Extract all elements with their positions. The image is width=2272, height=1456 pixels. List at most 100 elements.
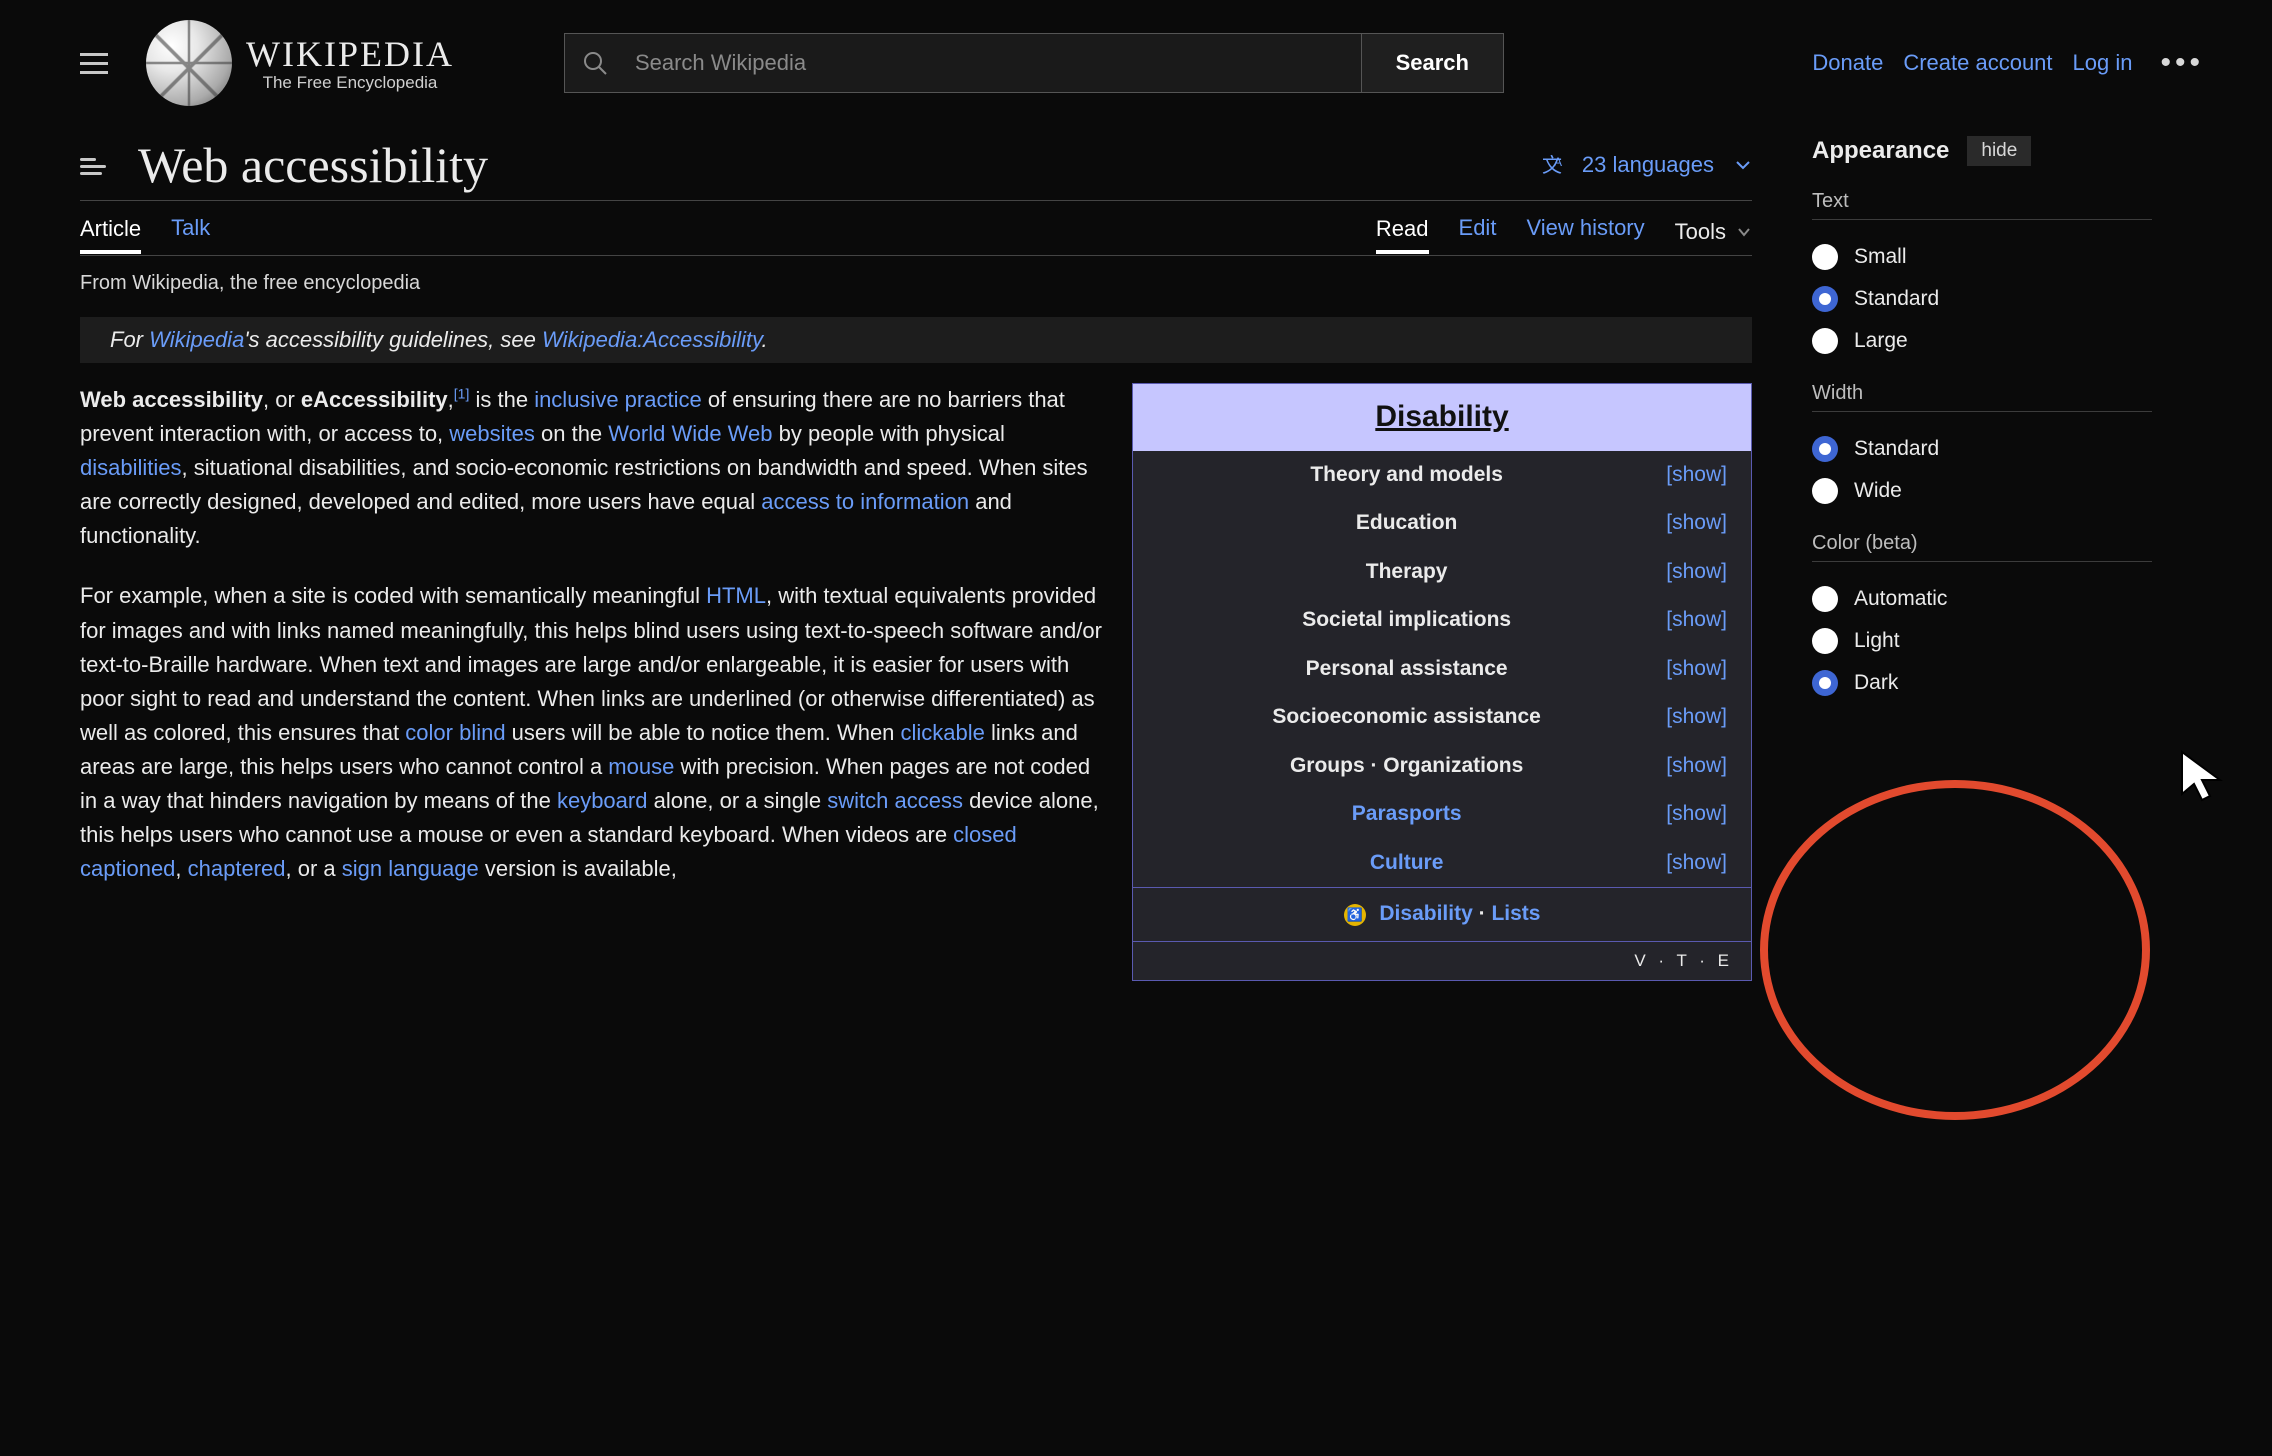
radio-label: Standard (1854, 437, 1939, 461)
infobox-title[interactable]: Disability (1133, 384, 1751, 451)
svg-text:A: A (1554, 155, 1562, 169)
main-menu-button[interactable] (80, 45, 116, 81)
language-switcher[interactable]: 文 A 23 languages (1542, 152, 1752, 178)
infobox-row-label: Education (1157, 507, 1666, 540)
infobox-row-label: Societal implications (1157, 604, 1666, 637)
tools-dropdown[interactable]: Tools (1675, 219, 1752, 245)
donate-link[interactable]: Donate (1812, 50, 1883, 76)
color-option-dark[interactable]: Dark (1812, 662, 2152, 704)
globe-icon (146, 20, 232, 106)
tab-article[interactable]: Article (80, 216, 141, 254)
search-form: Search (564, 33, 1504, 93)
tab-history[interactable]: View history (1526, 215, 1644, 249)
link-keyboard[interactable]: keyboard (557, 788, 648, 813)
infobox-row[interactable]: Parasports[show] (1133, 790, 1751, 839)
width-option-standard[interactable]: Standard (1812, 428, 2152, 470)
radio-icon (1812, 244, 1838, 270)
infobox-show-toggle[interactable]: [show] (1666, 653, 1727, 686)
citation-1[interactable]: [1] (454, 386, 470, 402)
appearance-heading: Appearance (1812, 137, 1949, 165)
infobox-row[interactable]: Theory and models[show] (1133, 451, 1751, 500)
infobox-row-label: Therapy (1157, 556, 1666, 589)
link-color-blind[interactable]: color blind (405, 720, 505, 745)
link-access-to-information[interactable]: access to information (761, 489, 969, 514)
radio-label: Wide (1854, 479, 1902, 503)
infobox-row-label: Theory and models (1157, 459, 1666, 492)
search-button[interactable]: Search (1361, 34, 1503, 92)
link-disabilities[interactable]: disabilities (80, 455, 182, 480)
link-html[interactable]: HTML (706, 583, 766, 608)
site-logo[interactable]: WIKIPEDIA The Free Encyclopedia (146, 20, 454, 106)
infobox-show-toggle[interactable]: [show] (1666, 798, 1727, 831)
infobox-show-toggle[interactable]: [show] (1666, 750, 1727, 783)
link-switch-access[interactable]: switch access (827, 788, 963, 813)
infobox-show-toggle[interactable]: [show] (1666, 701, 1727, 734)
log-in-link[interactable]: Log in (2073, 50, 2133, 76)
link-websites[interactable]: websites (449, 421, 535, 446)
appearance-panel: Appearance hide Text SmallStandardLarge … (1812, 136, 2152, 991)
color-option-automatic[interactable]: Automatic (1812, 578, 2152, 620)
infobox-vte[interactable]: V · T · E (1133, 941, 1751, 980)
tab-read[interactable]: Read (1376, 216, 1429, 254)
radio-icon (1812, 478, 1838, 504)
chevron-down-icon (1734, 156, 1752, 174)
tagline: From Wikipedia, the free encyclopedia (80, 272, 1752, 295)
infobox-row[interactable]: Culture[show] (1133, 839, 1751, 888)
radio-label: Light (1854, 629, 1900, 653)
tools-label: Tools (1675, 219, 1726, 245)
link-sign-language[interactable]: sign language (342, 856, 479, 881)
create-account-link[interactable]: Create account (1903, 50, 2052, 76)
site-title: WIKIPEDIA (246, 33, 454, 75)
infobox-show-toggle[interactable]: [show] (1666, 507, 1727, 540)
link-www[interactable]: World Wide Web (608, 421, 772, 446)
radio-icon (1812, 286, 1838, 312)
link-clickable[interactable]: clickable (901, 720, 985, 745)
infobox-show-toggle[interactable]: [show] (1666, 459, 1727, 492)
site-subtitle: The Free Encyclopedia (263, 73, 438, 93)
radio-icon (1812, 670, 1838, 696)
link-chaptered[interactable]: chaptered (188, 856, 286, 881)
text-option-small[interactable]: Small (1812, 236, 2152, 278)
hatnote-link-wikipedia[interactable]: Wikipedia (149, 327, 244, 352)
hatnote: For Wikipedia's accessibility guidelines… (80, 317, 1752, 363)
appearance-hide-button[interactable]: hide (1967, 136, 2031, 166)
tab-edit[interactable]: Edit (1459, 215, 1497, 249)
width-group-title: Width (1812, 382, 2152, 405)
infobox-disability: Disability Theory and models[show]Educat… (1132, 383, 1752, 981)
toc-toggle-button[interactable] (80, 158, 110, 182)
infobox-footer-lists[interactable]: Lists (1491, 902, 1540, 925)
more-menu-button[interactable]: ••• (2152, 46, 2212, 80)
text-option-large[interactable]: Large (1812, 320, 2152, 362)
hatnote-link-accessibility[interactable]: Wikipedia:Accessibility (542, 327, 761, 352)
infobox-row[interactable]: Socioeconomic assistance[show] (1133, 693, 1751, 742)
infobox-row[interactable]: Education[show] (1133, 499, 1751, 548)
text-option-standard[interactable]: Standard (1812, 278, 2152, 320)
infobox-row-label: Socioeconomic assistance (1157, 701, 1666, 734)
width-option-wide[interactable]: Wide (1812, 470, 2152, 512)
language-icon: 文 A (1542, 152, 1568, 178)
language-count: 23 languages (1582, 152, 1714, 178)
infobox-show-toggle[interactable]: [show] (1666, 847, 1727, 880)
tab-talk[interactable]: Talk (171, 215, 210, 249)
text-group-title: Text (1812, 190, 2152, 213)
radio-label: Dark (1854, 671, 1898, 695)
color-group-title: Color (beta) (1812, 532, 2152, 555)
infobox-row-label: Groups · Organizations (1157, 750, 1666, 783)
infobox-row[interactable]: Personal assistance[show] (1133, 645, 1751, 694)
infobox-footer-disability[interactable]: Disability (1379, 902, 1472, 925)
search-input[interactable] (625, 34, 1361, 92)
link-inclusive-practice[interactable]: inclusive practice (534, 387, 702, 412)
infobox-row[interactable]: Groups · Organizations[show] (1133, 742, 1751, 791)
radio-icon (1812, 436, 1838, 462)
infobox-row-label: Personal assistance (1157, 653, 1666, 686)
infobox-row-label: Culture (1157, 847, 1666, 880)
infobox-row[interactable]: Therapy[show] (1133, 548, 1751, 597)
infobox-row[interactable]: Societal implications[show] (1133, 596, 1751, 645)
radio-icon (1812, 628, 1838, 654)
radio-label: Standard (1854, 287, 1939, 311)
color-option-light[interactable]: Light (1812, 620, 2152, 662)
infobox-show-toggle[interactable]: [show] (1666, 604, 1727, 637)
search-icon (565, 34, 625, 92)
link-mouse[interactable]: mouse (608, 754, 674, 779)
infobox-show-toggle[interactable]: [show] (1666, 556, 1727, 589)
